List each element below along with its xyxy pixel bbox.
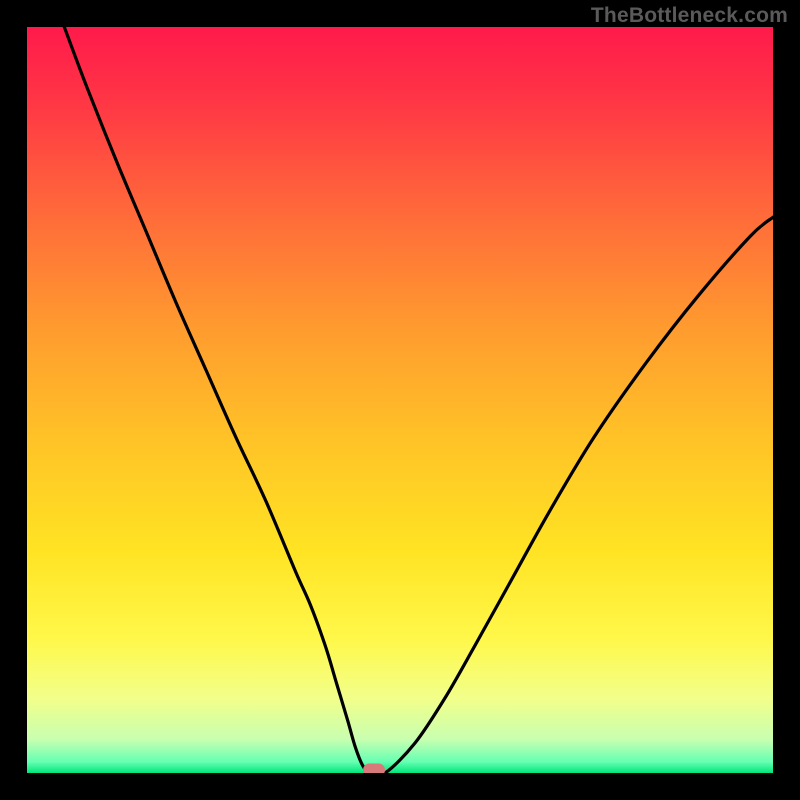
curve-layer [27, 27, 773, 773]
plot-area [27, 27, 773, 773]
chart-frame: TheBottleneck.com [0, 0, 800, 800]
minimum-marker [363, 764, 385, 773]
bottleneck-curve-path [64, 27, 773, 773]
watermark-text: TheBottleneck.com [591, 4, 788, 28]
